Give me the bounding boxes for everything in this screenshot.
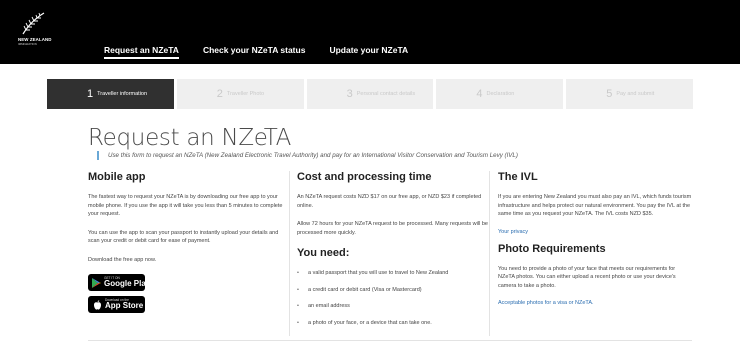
mobile-app-heading: Mobile app <box>88 171 146 183</box>
step-number: 5 <box>606 88 613 100</box>
bullet: • <box>297 270 299 276</box>
google-play-icon <box>92 277 101 288</box>
app-store-button[interactable]: Download on the App Store <box>88 296 145 313</box>
store-big-text: App Store <box>105 301 144 311</box>
column-divider <box>489 171 490 336</box>
ivl-heading: The IVL <box>498 171 538 183</box>
photo-paragraph: You need to provide a photo of your face… <box>498 265 676 289</box>
step-number: 2 <box>216 88 223 100</box>
list-item-text: an email address <box>308 303 350 310</box>
step-traveller-photo: 2 Traveller Photo <box>176 79 304 109</box>
site-header: NEW ZEALAND IMMIGRATION Request an NZeTA… <box>0 0 740 64</box>
you-need-heading: You need: <box>297 247 350 259</box>
bullet: • <box>297 319 299 326</box>
step-number: 4 <box>476 88 483 100</box>
column-divider <box>289 171 290 336</box>
list-item: • an email address <box>297 302 488 310</box>
cost-paragraph: An NZeTA request costs NZD $17 on our fr… <box>297 194 482 209</box>
nav-request-nzeta[interactable]: Request an NZeTA <box>104 45 179 59</box>
list-item-text: a credit card or debit card (Visa or Mas… <box>308 286 422 293</box>
step-number: 1 <box>87 88 94 100</box>
ivl-paragraph: If you are entering New Zealand you must… <box>498 194 692 217</box>
main-nav: Request an NZeTA Check your NZeTA status… <box>104 45 432 59</box>
step-declaration: 4 Declaration <box>436 79 564 109</box>
step-number: 3 <box>346 88 353 100</box>
google-play-button[interactable]: GET IT ON Google Play <box>88 274 150 291</box>
cost-heading: Cost and processing time <box>297 171 432 183</box>
store-big-text: Google Play <box>104 279 151 289</box>
mobile-app-paragraph: You can use the app to scan your passpor… <box>88 229 279 245</box>
logo-subtext: IMMIGRATION <box>18 42 37 46</box>
cost-paragraph: Allow 72 hours for your NZeTA request to… <box>297 221 488 236</box>
step-pay-and-submit: 5 Pay and submit <box>566 79 693 109</box>
step-label: Traveller Photo <box>226 91 265 97</box>
list-item: • a valid passport that you will use to t… <box>297 269 488 277</box>
step-contact-details: 3 Personal contact details <box>306 79 434 109</box>
nav-update-nzeta[interactable]: Update your NZeTA <box>329 45 408 59</box>
page-title: Request an NZeTA <box>88 125 292 151</box>
list-item-text: a valid passport that you will use to tr… <box>308 270 449 276</box>
ivl-section: The IVL If you are entering New Zealand … <box>498 171 693 314</box>
list-item: • a credit card or debit card (Visa or Ma… <box>297 286 488 294</box>
page-subtitle: Use this form to request an NZeTA (New Z… <box>108 152 518 159</box>
mobile-app-paragraph: Download the free app now. <box>88 256 157 263</box>
photo-requirements-heading: Photo Requirements <box>498 242 606 255</box>
you-need-list: • a valid passport that you will use to t… <box>297 269 488 327</box>
step-label: Declaration <box>486 91 515 97</box>
mobile-app-section: Mobile app The fastest way to request yo… <box>88 171 288 318</box>
subtitle-accent-bar <box>97 151 99 160</box>
mobile-app-paragraph: The fastest way to request your NZeTA is… <box>88 194 283 217</box>
cost-section: Cost and processing time An NZeTA reques… <box>297 171 488 335</box>
step-label: Pay and submit <box>616 91 655 97</box>
bullet: • <box>297 286 299 293</box>
bullet: • <box>297 303 299 310</box>
your-privacy-link[interactable]: Your privacy <box>498 229 693 235</box>
section-divider <box>88 340 692 341</box>
acceptable-photos-link[interactable]: Acceptable photos for a visa or NZeTA. <box>498 300 693 306</box>
nz-immigration-logo[interactable]: NEW ZEALAND IMMIGRATION <box>18 12 58 48</box>
step-traveller-information[interactable]: 1 Traveller information <box>47 79 174 109</box>
fern-icon <box>22 12 45 35</box>
step-label: Traveller information <box>97 91 148 97</box>
step-label: Personal contact details <box>356 91 416 97</box>
apple-icon <box>92 299 102 310</box>
list-item: • a photo of your face, or a device that … <box>297 319 488 327</box>
list-item-text: a photo of your face, or a device that c… <box>308 319 432 326</box>
nav-check-status[interactable]: Check your NZeTA status <box>203 45 306 59</box>
progress-steps: 1 Traveller information 2 Traveller Phot… <box>47 79 693 109</box>
